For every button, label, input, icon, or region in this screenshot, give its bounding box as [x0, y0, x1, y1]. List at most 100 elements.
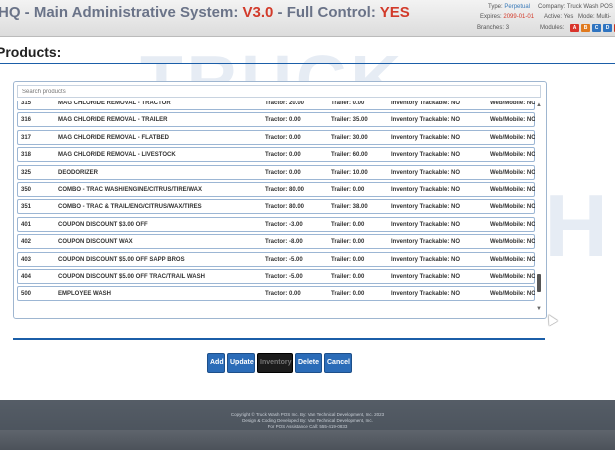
module-icon[interactable]: D [603, 24, 612, 32]
product-tractor-price: Tractor: 0.00 [265, 291, 301, 298]
scroll-down-icon[interactable]: ▼ [536, 306, 542, 312]
product-tractor-price: Tractor: 0.00 [265, 117, 301, 124]
product-id: 351 [21, 204, 32, 211]
app-title: HQ - Main Administrative System: V3.0 - … [0, 4, 410, 21]
product-list-panel: 315 MAG CHLORIDE REMOVAL - TRACTOR Tractor… [13, 81, 547, 319]
product-web-flag: Web/Mobile: NO [490, 117, 535, 124]
module-icons: A B C D E [570, 24, 615, 32]
product-inventory-flag: Inventory Trackable: NO [391, 256, 461, 263]
product-name: MAG CHLORIDE REMOVAL - TRACTOR [58, 101, 171, 106]
product-trailer-price: Trailer: 0.00 [331, 101, 365, 106]
product-tractor-price: Tractor: -5.00 [265, 256, 303, 263]
product-tractor-price: Tractor: -3.00 [265, 221, 303, 228]
product-row[interactable]: 325 DEODORIZER Tractor: 0.00 Trailer: 10.00… [17, 164, 535, 180]
product-id: 404 [21, 273, 32, 280]
product-trailer-price: Trailer: 60.00 [331, 152, 368, 159]
product-name: MAG CHLORIDE REMOVAL - LIVESTOCK [58, 152, 176, 159]
product-row[interactable]: 318 MAG CHLORIDE REMOVAL - LIVESTOCK Tract… [17, 147, 535, 163]
product-id: 325 [21, 169, 32, 176]
product-web-flag: Web/Mobile: NO [490, 204, 535, 211]
product-inventory-flag: Inventory Trackable: NO [391, 204, 461, 211]
product-row[interactable]: 403 COUPON DISCOUNT $5.00 OFF SAPP BROS Tr… [17, 251, 535, 267]
module-icon[interactable]: C [592, 24, 601, 32]
product-inventory-flag: Inventory Trackable: NO [391, 101, 461, 106]
cancel-button[interactable]: Cancel [324, 353, 352, 373]
product-row[interactable]: 500 EMPLOYEE WASH Tractor: 0.00 Trailer: 0.… [17, 286, 535, 302]
title-mid: - Full Control: [273, 4, 380, 21]
section-divider [13, 338, 545, 340]
product-trailer-price: Trailer: 38.00 [331, 204, 368, 211]
product-name: MAG CHLORIDE REMOVAL - TRAILER [58, 117, 168, 124]
product-id: 403 [21, 256, 32, 263]
app-header: HQ - Main Administrative System: V3.0 - … [0, 0, 615, 37]
product-tractor-price: Tractor: 0.00 [265, 169, 301, 176]
product-row[interactable]: 316 MAG CHLORIDE REMOVAL - TRAILER Tractor… [17, 112, 535, 128]
product-name: COUPON DISCOUNT $3.00 OFF [58, 221, 148, 228]
module-icon[interactable]: B [581, 24, 590, 32]
product-web-flag: Web/Mobile: NO [490, 186, 535, 193]
product-web-flag: Web/Mobile: NO [490, 221, 535, 228]
mode-info: Mode: Multi- [578, 14, 612, 20]
product-name: COUPON DISCOUNT WAX [58, 239, 133, 246]
list-scrollbar[interactable]: ▲ ▼ [536, 102, 542, 312]
product-trailer-price: Trailer: 0.00 [331, 291, 365, 298]
product-row[interactable]: 351 COMBO - TRAC & TRAIL/ENG/CITRUS/WAX/T… [17, 199, 535, 215]
product-tractor-price: Tractor: 20.00 [265, 101, 305, 106]
product-inventory-flag: Inventory Trackable: NO [391, 152, 461, 159]
product-row[interactable]: 401 COUPON DISCOUNT $3.00 OFF Tractor: -3.… [17, 216, 535, 232]
product-id: 318 [21, 152, 32, 159]
product-row[interactable]: 350 COMBO - TRAC WASH/ENGINE/CITRUS/TIRE/… [17, 181, 535, 197]
product-id: 317 [21, 134, 32, 141]
version-label: V3.0 [242, 4, 274, 21]
product-trailer-price: Trailer: 0.00 [331, 273, 365, 280]
module-icon[interactable]: A [570, 24, 579, 32]
title-prefix: HQ - Main Administrative System: [0, 4, 243, 21]
product-row[interactable]: 404 COUPON DISCOUNT $5.00 OFF TRAC/TRAIL … [17, 268, 535, 284]
update-button[interactable]: Update [227, 353, 255, 373]
product-web-flag: Web/Mobile: NO [490, 239, 535, 246]
scroll-thumb[interactable] [537, 274, 541, 292]
product-id: 500 [21, 291, 32, 298]
product-id: 315 [21, 101, 32, 106]
inventory-button[interactable]: Inventory [257, 353, 293, 373]
action-buttons: Add Update Inventory Delete Cancel [207, 353, 352, 373]
product-id: 316 [21, 117, 32, 124]
product-name: COMBO - TRAC & TRAIL/ENG/CITRUS/WAX/TIRE… [58, 204, 202, 211]
branches-info: Branches: 3 [477, 25, 510, 31]
product-trailer-price: Trailer: 35.00 [331, 117, 368, 124]
product-web-flag: Web/Mobile: NO [490, 291, 535, 298]
product-web-flag: Web/Mobile: NO [490, 169, 535, 176]
add-button[interactable]: Add [207, 353, 225, 373]
product-tractor-price: Tractor: 0.00 [265, 152, 301, 159]
product-row[interactable]: 317 MAG CHLORIDE REMOVAL - FLATBED Tractor… [17, 129, 535, 145]
product-name: COUPON DISCOUNT $5.00 OFF TRAC/TRAIL WAS… [58, 273, 205, 280]
product-inventory-flag: Inventory Trackable: NO [391, 186, 461, 193]
footer-support: For POS Assistance Call: 555-419-0833 [267, 424, 348, 429]
search-input[interactable] [17, 85, 541, 98]
scroll-up-icon[interactable]: ▲ [536, 102, 542, 108]
expires-info: Expires: 2099-01-01 [480, 14, 535, 20]
product-name: COUPON DISCOUNT $5.00 OFF SAPP BROS [58, 256, 185, 263]
product-tractor-price: Tractor: 80.00 [265, 204, 305, 211]
product-inventory-flag: Inventory Trackable: NO [391, 273, 461, 280]
product-web-flag: Web/Mobile: NO [490, 256, 535, 263]
active-info: Active: Yes [544, 14, 574, 20]
product-web-flag: Web/Mobile: NO [490, 273, 535, 280]
delete-button[interactable]: Delete [295, 353, 322, 373]
product-inventory-flag: Inventory Trackable: NO [391, 169, 461, 176]
product-tractor-price: Tractor: -5.00 [265, 273, 303, 280]
footer-text: Copyright © Truck Wash POS Inc. By: Van … [0, 412, 615, 430]
product-trailer-price: Trailer: 30.00 [331, 134, 368, 141]
title-divider [0, 63, 615, 64]
product-row[interactable]: 315 MAG CHLORIDE REMOVAL - TRACTOR Tractor… [17, 101, 535, 110]
control-label: YES [379, 4, 410, 21]
type-info: Type: Perpetual [488, 4, 531, 10]
product-inventory-flag: Inventory Trackable: NO [391, 291, 461, 298]
product-inventory-flag: Inventory Trackable: NO [391, 221, 461, 228]
product-row[interactable]: 402 COUPON DISCOUNT WAX Tractor: -8.00 Trai… [17, 234, 535, 250]
product-trailer-price: Trailer: 0.00 [331, 239, 365, 246]
product-tractor-price: Tractor: -8.00 [265, 239, 303, 246]
product-trailer-price: Trailer: 0.00 [331, 256, 365, 263]
product-inventory-flag: Inventory Trackable: NO [391, 134, 461, 141]
product-list: 315 MAG CHLORIDE REMOVAL - TRACTOR Tractor… [17, 101, 535, 313]
